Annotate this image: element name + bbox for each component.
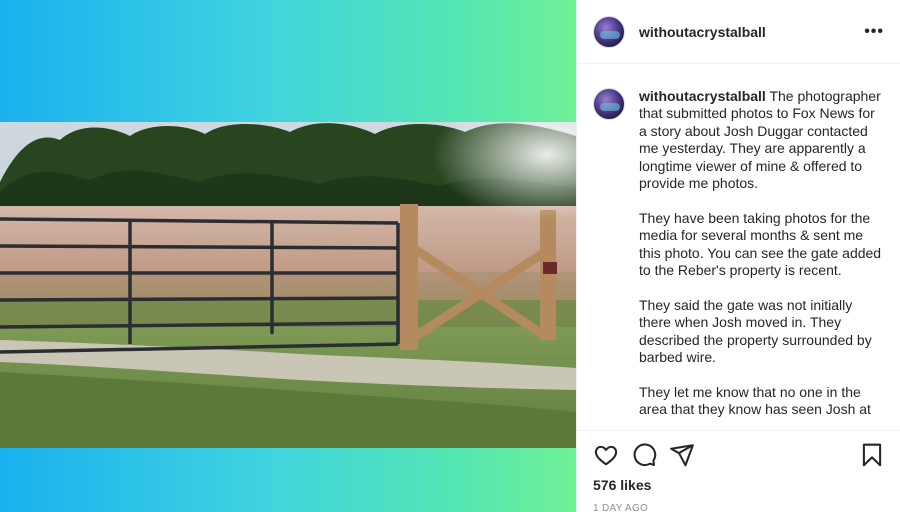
caption-body: withoutacrystalball The photographer tha… [639, 88, 885, 430]
caption: withoutacrystalball The photographer tha… [593, 88, 885, 430]
post-panel: withoutacrystalball ••• withoutacrystalb… [576, 0, 900, 512]
post-photo[interactable] [0, 122, 576, 448]
bookmark-icon[interactable] [859, 442, 885, 468]
avatar[interactable] [593, 15, 625, 48]
speech-bubble-icon[interactable] [631, 442, 657, 468]
gate-field-photo [0, 122, 576, 448]
paper-plane-icon[interactable] [669, 442, 695, 468]
likes-count[interactable]: 576 likes [593, 477, 885, 493]
more-options-icon[interactable]: ••• [864, 23, 884, 41]
media-pane [0, 0, 576, 512]
post-header: withoutacrystalball ••• [577, 0, 900, 64]
comments-section[interactable]: withoutacrystalball The photographer tha… [577, 64, 900, 430]
action-icons [593, 431, 885, 479]
caption-paragraph-1: withoutacrystalball The photographer tha… [639, 88, 885, 192]
caption-username-link[interactable]: withoutacrystalball [639, 88, 766, 104]
caption-avatar[interactable] [593, 88, 625, 120]
post-timestamp[interactable]: 1 DAY AGO [593, 503, 885, 512]
heart-icon[interactable] [593, 442, 619, 468]
post-actions: 576 likes 1 DAY AGO [577, 430, 900, 512]
caption-paragraph-2: They have been taking photos for the med… [639, 209, 882, 279]
caption-paragraph-3: They said the gate was not initially the… [639, 296, 872, 366]
username-link[interactable]: withoutacrystalball [639, 24, 864, 40]
caption-paragraph-4: They let me know that no one in the area… [639, 383, 871, 418]
